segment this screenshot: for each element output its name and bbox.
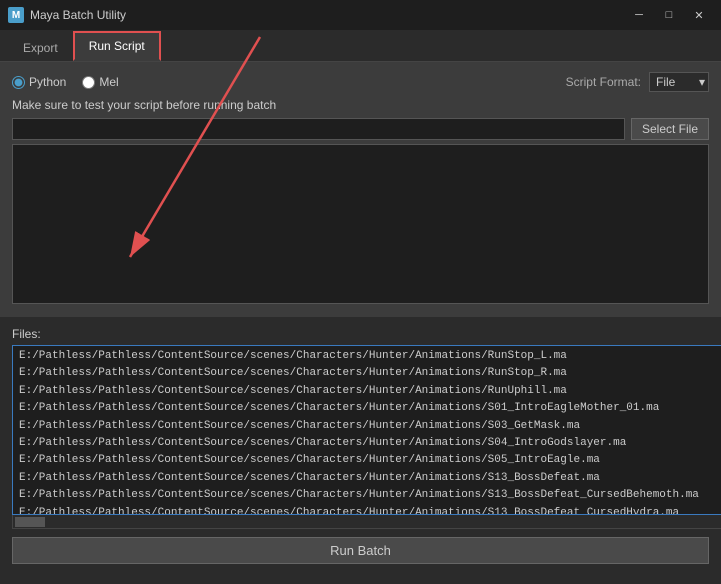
tab-bar: Export Run Script — [0, 30, 721, 62]
select-file-button[interactable]: Select File — [631, 118, 709, 140]
files-section: Files: E:/Pathless/Pathless/ContentSourc… — [0, 317, 721, 529]
window-controls: ─ □ ✕ — [625, 5, 713, 25]
run-batch-button[interactable]: Run Batch — [12, 537, 709, 564]
format-label: Script Format: — [566, 75, 641, 89]
script-path-input[interactable] — [12, 118, 625, 140]
files-label: Files: — [12, 327, 709, 341]
title-bar: M Maya Batch Utility ─ □ ✕ — [0, 0, 721, 30]
mel-label: Mel — [99, 75, 118, 89]
mel-radio[interactable] — [82, 76, 95, 89]
format-select-wrapper: File String — [649, 72, 709, 92]
list-item: E:/Pathless/Pathless/ContentSource/scene… — [15, 348, 721, 365]
window-title: Maya Batch Utility — [30, 8, 625, 22]
app-icon: M — [8, 7, 24, 23]
list-item: E:/Pathless/Pathless/ContentSource/scene… — [15, 452, 721, 469]
list-item: E:/Pathless/Pathless/ContentSource/scene… — [15, 365, 721, 382]
mel-radio-label[interactable]: Mel — [82, 75, 118, 89]
files-row: E:/Pathless/Pathless/ContentSource/scene… — [12, 345, 709, 529]
scroll-thumb — [15, 517, 45, 527]
files-list-container: E:/Pathless/Pathless/ContentSource/scene… — [12, 345, 721, 529]
list-item: E:/Pathless/Pathless/ContentSource/scene… — [15, 418, 721, 435]
python-radio-label[interactable]: Python — [12, 75, 66, 89]
list-item: E:/Pathless/Pathless/ContentSource/scene… — [15, 470, 721, 487]
radio-group: Python Mel — [12, 75, 119, 89]
app-window: M Maya Batch Utility ─ □ ✕ Export Run Sc… — [0, 0, 721, 572]
horizontal-scrollbar[interactable] — [12, 515, 721, 529]
list-item: E:/Pathless/Pathless/ContentSource/scene… — [15, 487, 721, 504]
tab-runscript[interactable]: Run Script — [73, 31, 161, 61]
script-options-row: Python Mel Script Format: File String — [12, 72, 709, 92]
warning-text: Make sure to test your script before run… — [12, 98, 709, 112]
minimize-button[interactable]: ─ — [625, 5, 653, 25]
files-list[interactable]: E:/Pathless/Pathless/ContentSource/scene… — [12, 345, 721, 515]
list-item: E:/Pathless/Pathless/ContentSource/scene… — [15, 400, 721, 417]
maximize-button[interactable]: □ — [655, 5, 683, 25]
list-item: E:/Pathless/Pathless/ContentSource/scene… — [15, 435, 721, 452]
script-path-row: Select File — [12, 118, 709, 140]
list-item: E:/Pathless/Pathless/ContentSource/scene… — [15, 505, 721, 515]
run-batch-bar: Run Batch — [0, 529, 721, 572]
main-content: Python Mel Script Format: File String Ma… — [0, 62, 721, 317]
python-label: Python — [29, 75, 66, 89]
script-textarea[interactable] — [12, 144, 709, 304]
python-radio[interactable] — [12, 76, 25, 89]
list-item: E:/Pathless/Pathless/ContentSource/scene… — [15, 383, 721, 400]
close-button[interactable]: ✕ — [685, 5, 713, 25]
format-select[interactable]: File String — [649, 72, 709, 92]
tab-export[interactable]: Export — [8, 34, 73, 61]
